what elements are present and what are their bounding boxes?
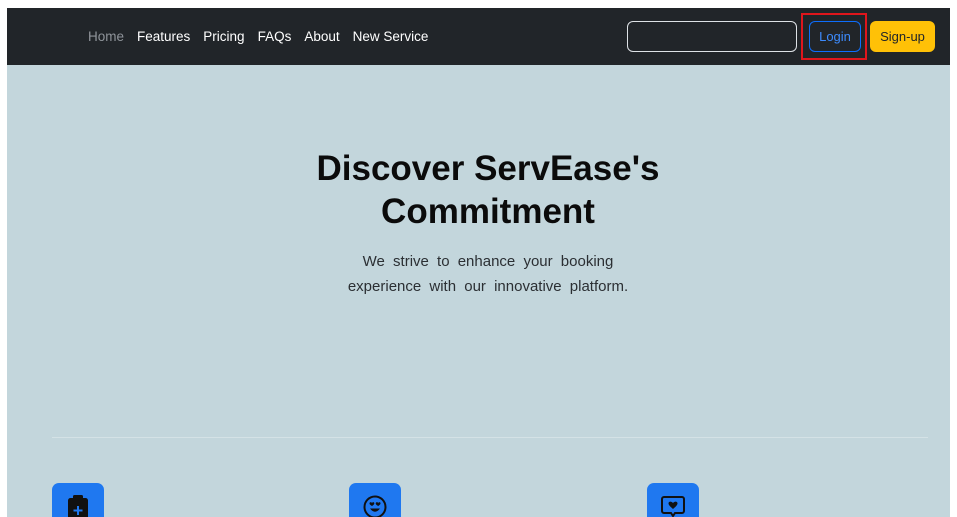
chat-heart-icon <box>647 483 699 517</box>
nav-link-pricing[interactable]: Pricing <box>203 29 244 44</box>
nav-links: Home Features Pricing FAQs About New Ser… <box>88 8 441 65</box>
section-divider <box>52 437 928 438</box>
hero-section: Discover ServEase's Commitment We strive… <box>7 65 950 517</box>
navbar: Home Features Pricing FAQs About New Ser… <box>7 8 950 65</box>
hero-subtitle: We strive to enhance your booking experi… <box>347 253 629 295</box>
nav-link-about[interactable]: About <box>304 29 339 44</box>
signup-button[interactable]: Sign-up <box>870 21 935 52</box>
login-button[interactable]: Login <box>809 21 861 52</box>
hero-title: Discover ServEase's Commitment <box>316 149 660 231</box>
nav-link-home[interactable]: Home <box>88 29 124 44</box>
emoji-heart-eyes-icon <box>349 483 401 517</box>
page-frame: Home Features Pricing FAQs About New Ser… <box>7 8 950 517</box>
nav-link-faqs[interactable]: FAQs <box>258 29 292 44</box>
clipboard-plus-icon <box>52 483 104 517</box>
nav-link-new-service[interactable]: New Service <box>353 29 429 44</box>
nav-link-features[interactable]: Features <box>137 29 190 44</box>
search-input[interactable] <box>627 21 797 52</box>
